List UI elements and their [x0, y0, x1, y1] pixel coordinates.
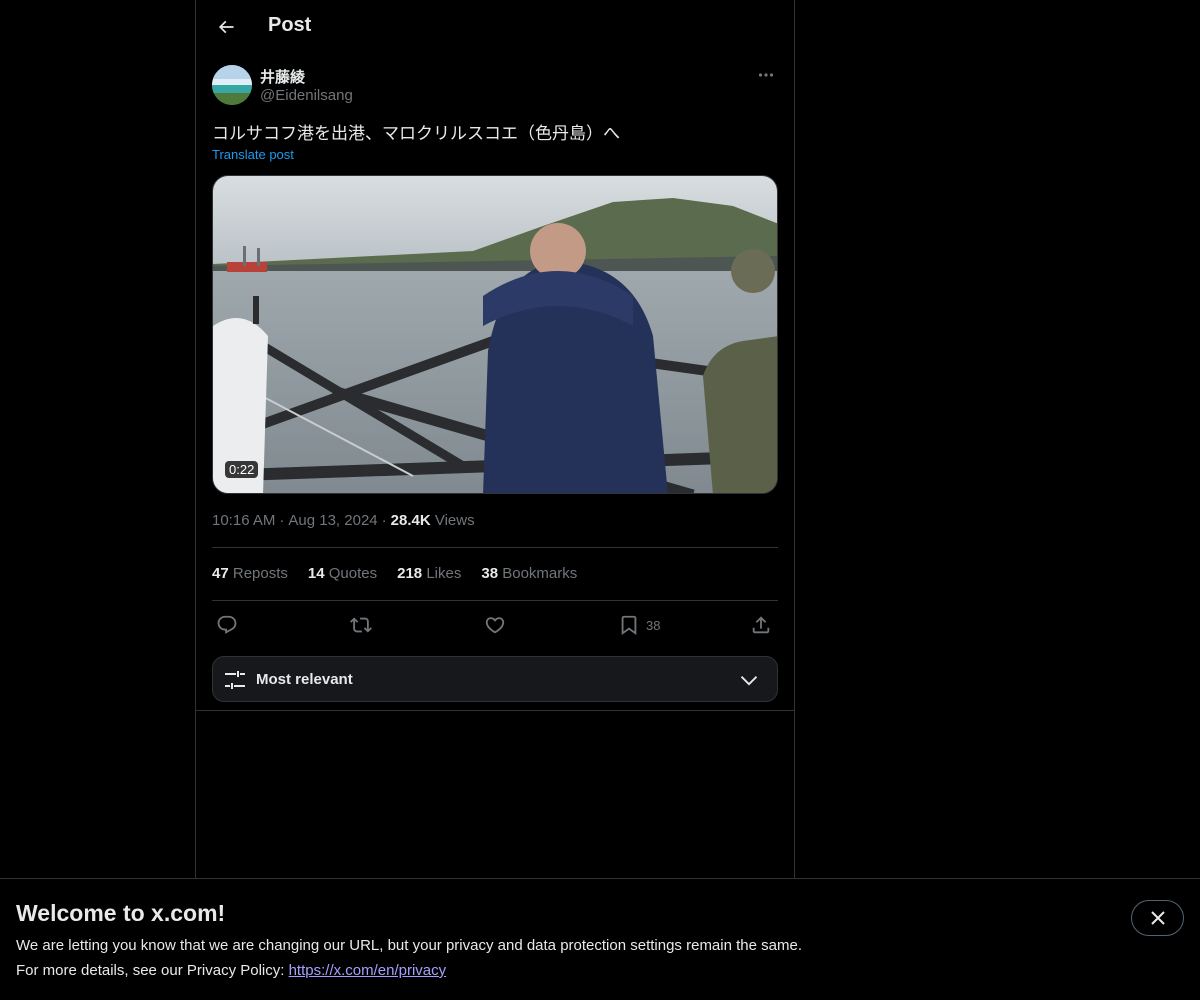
close-icon [1150, 911, 1165, 925]
like-button[interactable] [484, 612, 506, 638]
back-button[interactable] [208, 9, 244, 45]
post-metadata: 10:16 AM · Aug 13, 2024 · 28.4K Views [212, 512, 475, 529]
views-count: 28.4K [390, 512, 431, 529]
bookmark-button[interactable]: 38 [618, 612, 660, 638]
avatar-image [212, 65, 252, 105]
reply-button[interactable] [216, 612, 238, 638]
avatar[interactable] [212, 65, 252, 105]
bookmarks-stat[interactable]: 38 Bookmarks [481, 565, 577, 582]
author-handle[interactable]: @Eidenilsang [260, 87, 353, 104]
post-video[interactable]: 0:22 [212, 175, 778, 494]
banner-privacy-line: For more details, see our Privacy Policy… [16, 962, 447, 979]
post-actions: 38 [212, 612, 778, 638]
translate-post-link[interactable]: Translate post [212, 147, 294, 162]
heart-icon [485, 617, 505, 634]
sort-label: Most relevant [256, 671, 353, 688]
reply-icon [217, 615, 237, 634]
bookmark-count: 38 [646, 617, 661, 633]
reposts-stat[interactable]: 47 Reposts [212, 565, 288, 582]
share-button[interactable] [750, 612, 772, 638]
divider [212, 600, 778, 601]
post-author: 井藤綾 @Eidenilsang [212, 64, 778, 106]
privacy-policy-link[interactable]: https://x.com/en/privacy [289, 962, 447, 979]
close-banner-button[interactable] [1131, 900, 1184, 936]
video-thumbnail [213, 176, 777, 493]
author-name[interactable]: 井藤綾 [260, 66, 305, 87]
share-icon [752, 616, 770, 634]
bookmark-icon [621, 615, 637, 636]
chevron-down-icon [740, 676, 758, 686]
post-stats: 47 Reposts 14 Quotes 218 Likes 38 Bookma… [212, 565, 577, 582]
repost-button[interactable] [350, 612, 372, 638]
more-options-button[interactable] [754, 64, 778, 86]
repost-icon [350, 617, 372, 633]
page-header: Post [196, 0, 794, 54]
more-horizontal-icon [758, 73, 774, 77]
divider [212, 547, 778, 548]
main-column: Post 井藤綾 @Eidenilsang コルサコフ港を出港、マロクリルスコエ… [195, 0, 795, 878]
post-time[interactable]: 10:16 AM [212, 512, 275, 529]
page-title: Post [268, 14, 312, 36]
video-duration: 0:22 [225, 461, 259, 478]
url-change-banner: Welcome to x.com! We are letting you kno… [0, 878, 1200, 1000]
views-label: Views [434, 512, 475, 529]
post-date[interactable]: Aug 13, 2024 [288, 512, 377, 529]
arrow-left-icon [218, 20, 234, 34]
post-text: コルサコフ港を出港、マロクリルスコエ（色丹島）へ [212, 124, 620, 144]
quotes-stat[interactable]: 14 Quotes [308, 565, 377, 582]
divider [196, 710, 794, 711]
banner-message: We are letting you know that we are chan… [16, 937, 802, 954]
sort-replies-dropdown[interactable]: Most relevant [212, 656, 778, 702]
filter-sliders-icon [225, 671, 245, 689]
banner-title: Welcome to x.com! [16, 900, 226, 926]
likes-stat[interactable]: 218 Likes [397, 565, 461, 582]
